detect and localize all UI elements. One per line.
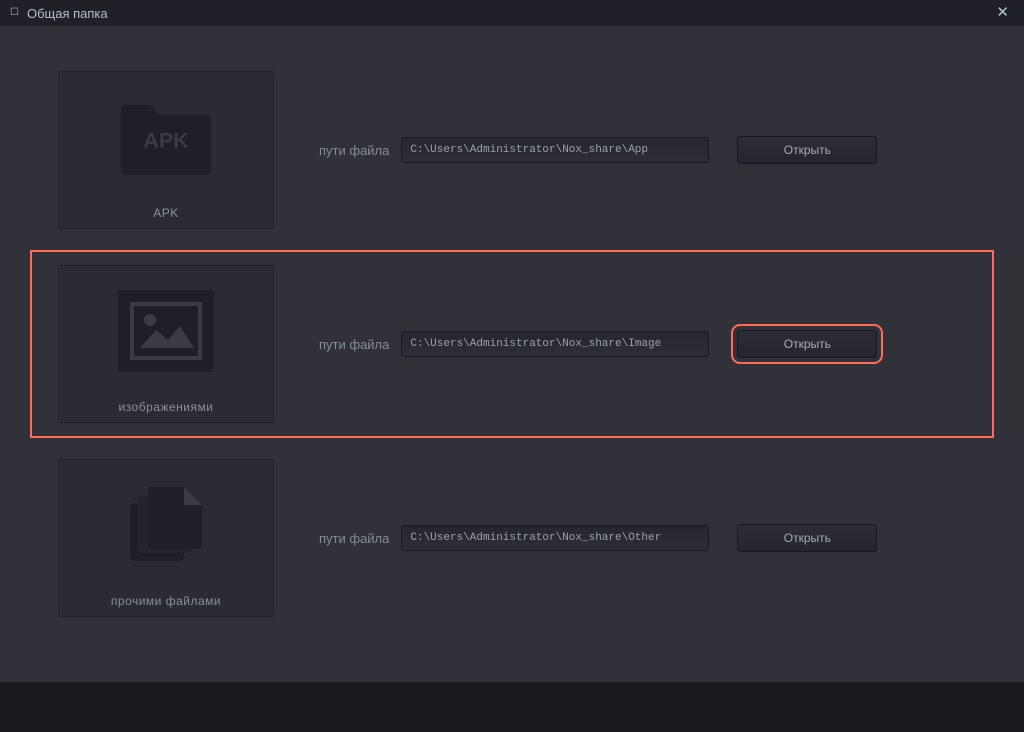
card-label-images: изображениями [119,396,214,416]
row-other: прочими файлами пути файла C:\Users\Admi… [0,444,1024,632]
open-button-other[interactable]: Открыть [737,524,877,552]
path-value-other: C:\Users\Administrator\Nox_share\Other [410,532,661,544]
card-other[interactable]: прочими файлами [58,459,274,617]
path-value-images: C:\Users\Administrator\Nox_share\Image [410,338,661,350]
close-icon[interactable]: ✕ [996,5,1009,20]
open-button-label: Открыть [784,143,831,157]
card-label-apk: APK [153,202,179,222]
path-label-other: пути файла [319,531,389,546]
path-label-images: пути файла [319,337,389,352]
open-button-label: Открыть [784,337,831,351]
content-area: APK APK пути файла C:\Users\Administrato… [0,26,1024,682]
open-button-apk[interactable]: Открыть [737,136,877,164]
path-input-apk[interactable]: C:\Users\Administrator\Nox_share\App [401,137,709,163]
image-stamp-icon [59,266,273,396]
card-apk[interactable]: APK APK [58,71,274,229]
path-input-other[interactable]: C:\Users\Administrator\Nox_share\Other [401,525,709,551]
card-images[interactable]: изображениями [58,265,274,423]
path-label-apk: пути файла [319,143,389,158]
window-icon: ☐ [10,8,19,18]
open-button-label: Открыть [784,531,831,545]
open-button-images[interactable]: Открыть [737,330,877,358]
files-stack-icon [59,460,273,590]
svg-text:APK: APK [143,129,189,153]
apk-folder-icon: APK [59,72,273,202]
path-value-apk: C:\Users\Administrator\Nox_share\App [410,144,648,156]
row-apk: APK APK пути файла C:\Users\Administrato… [0,56,1024,244]
titlebar: ☐ Общая папка ✕ [0,0,1024,26]
footer-space [0,682,1024,732]
path-input-images[interactable]: C:\Users\Administrator\Nox_share\Image [401,331,709,357]
card-label-other: прочими файлами [111,590,221,610]
row-images: изображениями пути файла C:\Users\Admini… [30,250,994,438]
window-title: Общая папка [27,6,108,21]
